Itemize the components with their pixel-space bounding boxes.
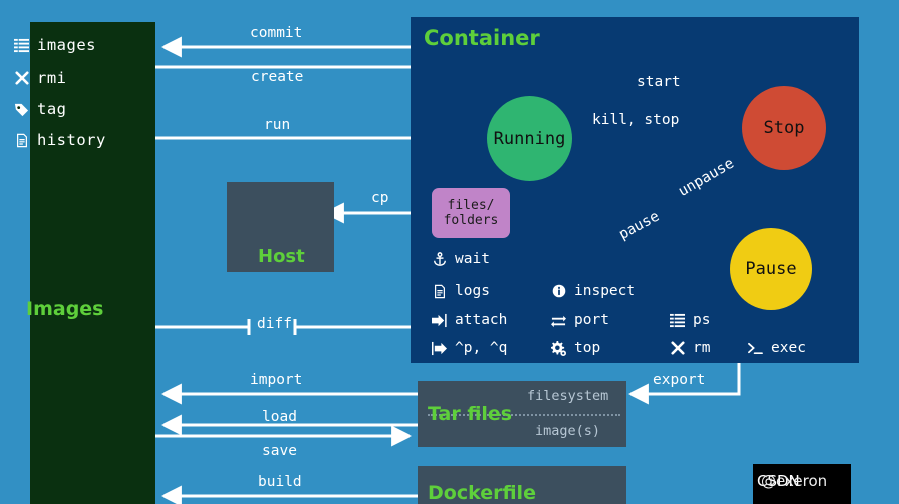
tar-sub-filesystem: filesystem bbox=[527, 388, 609, 404]
images-panel-title: Images bbox=[26, 298, 104, 320]
images-command-history[interactable]: history bbox=[14, 131, 106, 149]
state-node-pause[interactable]: Pause bbox=[730, 228, 812, 310]
diagram-canvas: images rmi tag history Images Container … bbox=[0, 0, 899, 504]
tar-files-title: Tar files bbox=[428, 403, 513, 425]
images-command-rmi[interactable]: rmi bbox=[14, 69, 67, 87]
container-command-wait[interactable]: wait bbox=[432, 251, 490, 267]
container-command-exec[interactable]: exec bbox=[748, 340, 806, 356]
state-node-stop[interactable]: Stop bbox=[742, 86, 826, 170]
container-command-inspect[interactable]: inspect bbox=[551, 283, 635, 299]
images-command-images[interactable]: images bbox=[14, 36, 96, 54]
document-icon bbox=[14, 133, 29, 148]
files-line-2: folders bbox=[443, 213, 499, 228]
container-command-top[interactable]: top bbox=[551, 340, 600, 356]
list-icon bbox=[670, 313, 685, 328]
container-command-port[interactable]: port bbox=[551, 312, 609, 328]
container-command-logs[interactable]: logs bbox=[432, 283, 490, 299]
edge-label-diff: diff bbox=[257, 316, 292, 332]
cogs-icon bbox=[551, 340, 566, 356]
cross-icon bbox=[670, 341, 685, 356]
edge-label-run: run bbox=[264, 117, 291, 133]
terminal-icon bbox=[748, 341, 763, 356]
edge-label-import: import bbox=[250, 372, 303, 388]
edge-label-commit: commit bbox=[250, 25, 303, 41]
container-command-label: rm bbox=[693, 340, 711, 356]
edge-label-killstop: kill, stop bbox=[592, 112, 680, 128]
list-icon bbox=[14, 38, 29, 53]
edge-label-create: create bbox=[251, 69, 304, 85]
tag-icon bbox=[14, 102, 29, 117]
container-command-label: logs bbox=[455, 283, 490, 299]
state-label: Running bbox=[493, 128, 566, 149]
state-label: Pause bbox=[745, 259, 797, 279]
container-command-label: ps bbox=[693, 312, 711, 328]
images-command-label: rmi bbox=[37, 69, 67, 87]
container-panel-title: Container bbox=[424, 26, 540, 50]
container-command-attach[interactable]: attach bbox=[432, 312, 507, 328]
edge-label-build: build bbox=[258, 474, 302, 490]
exchange-icon bbox=[551, 313, 566, 328]
edge-label-load: load bbox=[262, 409, 297, 425]
edge-label-export: export bbox=[653, 372, 706, 388]
anchor-icon bbox=[432, 252, 447, 267]
container-command-label: attach bbox=[455, 312, 508, 328]
signin-icon bbox=[432, 313, 447, 328]
state-node-running[interactable]: Running bbox=[487, 96, 572, 181]
images-command-label: tag bbox=[37, 100, 67, 118]
edge-label-cp: cp bbox=[371, 190, 389, 206]
tar-sub-images: image(s) bbox=[535, 423, 601, 439]
images-command-label: images bbox=[37, 36, 96, 54]
signout-icon bbox=[432, 341, 447, 356]
container-files-folders-box: files/ folders bbox=[432, 188, 510, 238]
images-command-tag[interactable]: tag bbox=[14, 100, 67, 118]
images-command-label: history bbox=[37, 131, 106, 149]
edge-label-start: start bbox=[637, 74, 681, 90]
host-panel-title: Host bbox=[258, 246, 305, 267]
container-command-label: top bbox=[574, 340, 601, 356]
document-icon bbox=[432, 284, 447, 299]
container-command-rm[interactable]: rm bbox=[670, 340, 710, 356]
container-command-label: ^p, ^q bbox=[455, 340, 508, 356]
info-icon bbox=[551, 284, 566, 299]
images-panel bbox=[30, 22, 155, 504]
container-command-detach[interactable]: ^p, ^q bbox=[432, 340, 507, 356]
container-command-label: port bbox=[574, 312, 609, 328]
dockerfile-title: Dockerfile bbox=[428, 482, 536, 504]
container-command-ps[interactable]: ps bbox=[670, 312, 710, 328]
watermark-text-handle: @exeron bbox=[761, 472, 828, 490]
state-label: Stop bbox=[763, 118, 805, 138]
cross-icon bbox=[14, 71, 29, 86]
container-command-label: inspect bbox=[574, 283, 636, 299]
container-command-label: wait bbox=[455, 251, 490, 267]
edge-label-save: save bbox=[262, 443, 297, 459]
files-line-1: files/ bbox=[447, 198, 495, 213]
container-command-label: exec bbox=[771, 340, 806, 356]
